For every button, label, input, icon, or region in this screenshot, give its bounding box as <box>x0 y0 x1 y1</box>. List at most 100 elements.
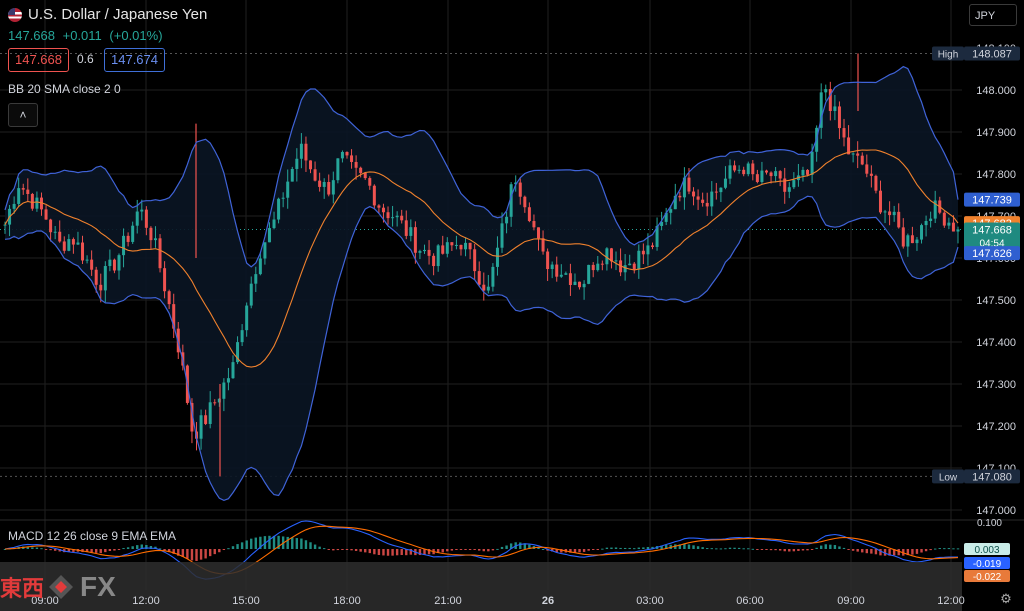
macd-histogram-bar <box>291 537 294 549</box>
candle-body <box>391 217 395 219</box>
candle-body <box>249 283 253 306</box>
candle-body <box>26 189 30 195</box>
candle-body <box>131 225 135 242</box>
candle-body <box>723 178 727 188</box>
candle-body <box>90 259 94 270</box>
logo-arrow-icon <box>49 575 74 599</box>
candle-body <box>719 187 723 193</box>
macd-histogram-bar <box>459 549 463 550</box>
macd-histogram-bar <box>806 549 809 551</box>
candle-body <box>792 180 796 188</box>
candle-body <box>600 263 604 265</box>
candle-body <box>3 224 7 226</box>
candle-body <box>751 163 755 175</box>
candle-body <box>486 286 490 291</box>
candle-body <box>144 209 148 228</box>
candle-body <box>678 195 682 198</box>
candle-body <box>892 211 896 216</box>
candle-body <box>801 169 805 176</box>
macd-histogram-bar <box>646 546 650 549</box>
bollinger-legend[interactable]: BB 20 SMA close 2 0 <box>8 82 121 96</box>
price-chart[interactable]: 148.000147.900147.800147.700147.600147.5… <box>0 0 1024 611</box>
macd-histogram-bar <box>696 546 700 549</box>
settings-gear-icon[interactable]: ⚙ <box>997 590 1015 608</box>
macd-histogram-bar <box>783 549 786 552</box>
time-tick-label: 09:00 <box>837 595 865 607</box>
candle-body <box>650 245 654 247</box>
macd-histogram-bar <box>108 549 112 552</box>
macd-histogram-bar <box>573 549 577 553</box>
candle-body <box>331 180 335 195</box>
macd-legend[interactable]: MACD 12 26 close 9 EMA EMA <box>8 529 176 543</box>
macd-histogram-bar <box>53 549 57 551</box>
candle-body <box>418 251 422 253</box>
candle-body <box>153 238 157 241</box>
candle-body <box>546 251 550 270</box>
macd-histogram-bar <box>824 544 827 549</box>
symbol-header[interactable]: U.S. Dollar / Japanese Yen <box>8 6 207 23</box>
candle-body <box>637 250 641 270</box>
candle-body <box>436 245 440 267</box>
macd-histogram-bar <box>792 549 796 552</box>
price-tick-label: 147.400 <box>976 337 1016 349</box>
candle-body <box>915 239 919 244</box>
collapse-button[interactable]: ˄ <box>8 103 38 127</box>
bb-lower-badge: 147.626 <box>972 248 1012 260</box>
candle-body <box>354 161 358 168</box>
buy-button[interactable]: 147.674 <box>104 48 165 72</box>
candle-body <box>760 170 764 182</box>
candle-body <box>140 209 144 212</box>
candle-body <box>477 271 481 285</box>
candle-body <box>35 197 39 209</box>
price-change: 147.668 +0.011 (+0.01%) <box>8 28 167 43</box>
time-tick-label: 18:00 <box>333 595 361 607</box>
macd-histogram-bar <box>879 549 882 556</box>
candle-body <box>381 207 385 213</box>
macd-histogram-bar <box>377 549 381 555</box>
candle-body <box>728 165 732 179</box>
macd-histogram-bar <box>861 549 864 553</box>
candle-body <box>345 152 349 156</box>
currency-button[interactable]: JPY <box>969 4 1017 26</box>
macd-histogram-bar <box>382 549 385 556</box>
macd-histogram-bar <box>623 547 627 549</box>
macd-histogram-bar <box>227 548 230 550</box>
macd-histogram-bar <box>300 538 303 549</box>
high-tag: High <box>938 49 959 60</box>
sell-button[interactable]: 147.668 <box>8 48 69 72</box>
macd-histogram-bar <box>450 549 454 551</box>
macd-histogram-bar <box>99 549 102 554</box>
candle-body <box>21 188 25 190</box>
candle-body <box>701 199 705 203</box>
macd-histogram-bar <box>756 549 759 550</box>
macd-histogram-bar <box>847 549 850 550</box>
candle-body <box>327 181 331 195</box>
macd-histogram-bar <box>341 549 344 550</box>
candle-body <box>910 235 914 244</box>
candle-body <box>377 205 381 208</box>
candle-body <box>281 197 285 199</box>
macd-signal-badge: -0.022 <box>973 572 1002 583</box>
candle-body <box>359 167 363 173</box>
macd-histogram-bar <box>373 549 376 555</box>
candle-body <box>929 218 933 222</box>
macd-histogram-bar <box>582 549 586 552</box>
macd-histogram-bar <box>815 547 818 549</box>
candle-body <box>860 155 864 165</box>
macd-histogram-bar <box>368 549 371 554</box>
candle-body <box>71 239 75 245</box>
price-tick-label: 147.200 <box>976 421 1016 433</box>
candle-body <box>404 220 408 236</box>
candle-body <box>500 223 504 248</box>
macd-histogram-bar <box>131 546 134 549</box>
candle-body <box>473 249 477 272</box>
macd-histogram-bar <box>468 549 472 550</box>
macd-histogram-bar <box>441 549 444 553</box>
macd-histogram-bar <box>478 549 481 551</box>
macd-histogram-bar <box>186 549 189 559</box>
candle-body <box>495 247 499 267</box>
macd-histogram-bar <box>496 548 499 550</box>
candle-body <box>482 284 486 291</box>
candle-body <box>901 227 905 247</box>
candle-body <box>263 242 267 259</box>
